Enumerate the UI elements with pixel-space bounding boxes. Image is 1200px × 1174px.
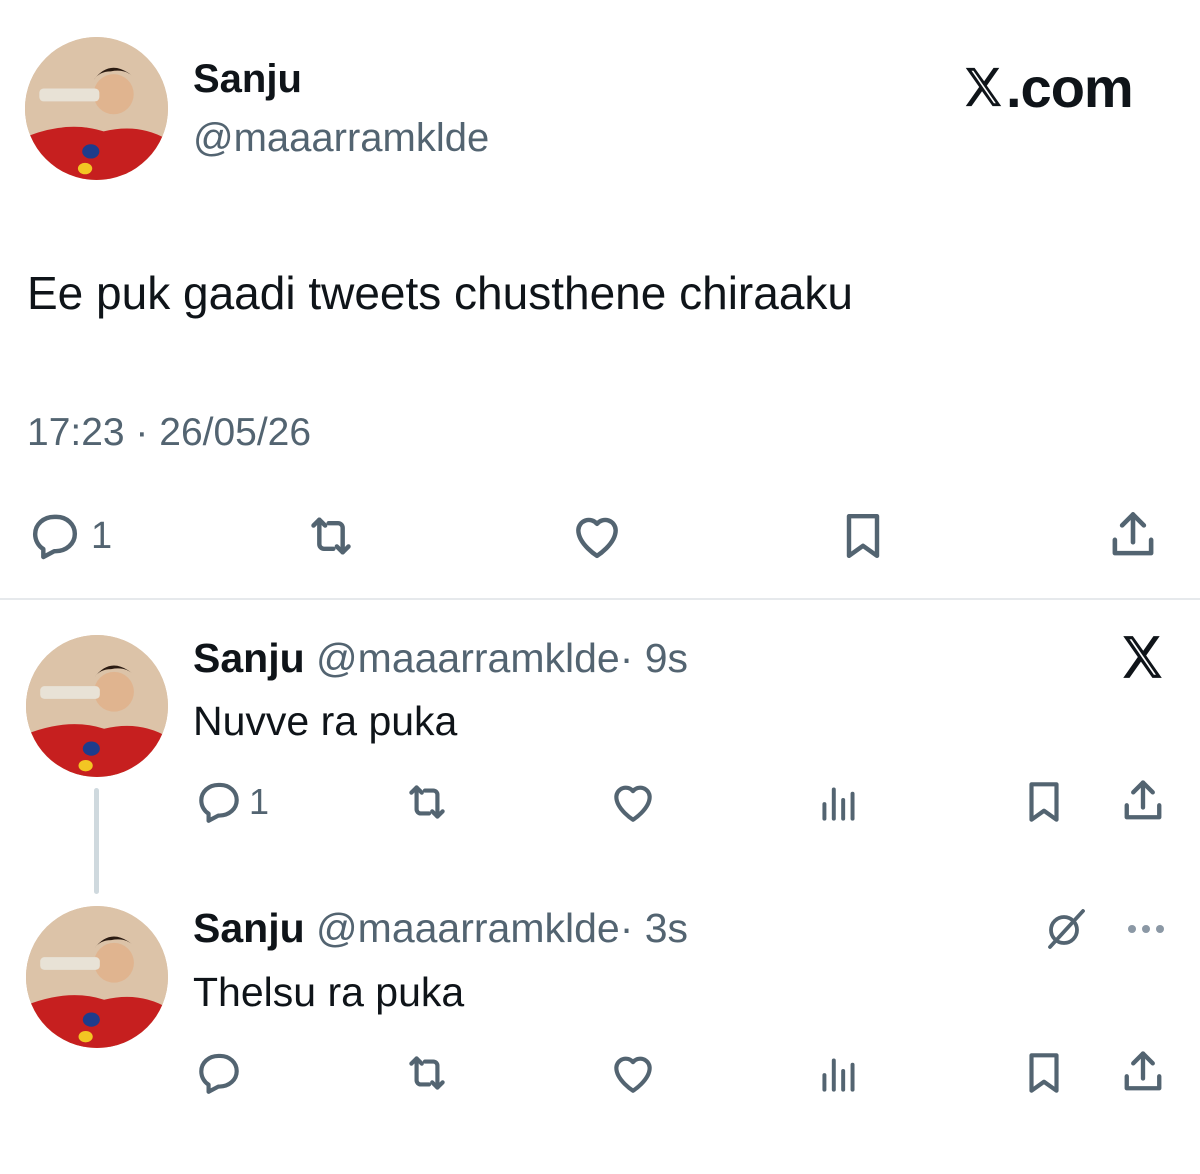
views-icon [814,1048,864,1098]
retweet-icon [298,508,364,564]
retweet-button[interactable] [398,1048,456,1098]
reply-button[interactable]: 1 [193,777,269,827]
x-logo-icon [960,62,1006,122]
share-icon [1116,1046,1170,1098]
author-name[interactable]: Sanju [193,56,302,102]
author-handle[interactable]: @maaarramklde [193,115,489,161]
reply-icon [26,508,84,564]
share-icon [1102,506,1164,564]
bookmark-icon [832,508,894,564]
views-button[interactable] [814,1048,864,1098]
bookmark-icon [1018,1048,1070,1098]
bookmark-button[interactable] [832,508,894,564]
retweet-icon [398,777,456,827]
share-button[interactable] [1116,775,1170,827]
reply-time[interactable]: · 3s [620,905,688,951]
reply-text: Nuvve ra puka [193,698,458,744]
bookmark-icon [1018,777,1070,827]
bookmark-button[interactable] [1018,1048,1070,1098]
reply-time[interactable]: · 9s [620,635,688,681]
views-button[interactable] [814,777,864,827]
like-icon [606,777,660,827]
thread-line [94,788,99,894]
more-icon[interactable] [1122,915,1170,948]
reply-header: Sanju @maaarramklde· 9s [193,634,688,682]
grok-icon[interactable] [1038,905,1094,958]
x-logo-icon [1116,632,1168,687]
retweet-button[interactable] [298,508,364,564]
retweet-icon [398,1048,456,1098]
bookmark-button[interactable] [1018,777,1070,827]
author-name[interactable]: Sanju [193,635,305,681]
like-icon [566,508,628,564]
like-button[interactable] [606,1048,660,1098]
reply-icon [193,777,245,827]
divider [0,598,1200,600]
reply-button[interactable] [193,1048,245,1098]
reply-count: 1 [91,514,113,557]
tweet-text: Ee puk gaadi tweets chusthene chiraaku [27,267,853,319]
like-icon [606,1048,660,1098]
avatar[interactable] [26,635,168,777]
tweet-timestamp[interactable]: 17:23 · 26/05/26 [27,410,311,456]
author-handle[interactable]: @maaarramklde [316,635,620,681]
author-name[interactable]: Sanju [193,905,305,951]
reply-icon [193,1048,245,1098]
avatar[interactable] [26,906,168,1048]
like-button[interactable] [566,508,628,564]
reply-text: Thelsu ra puka [193,969,465,1015]
reply-count: 1 [249,781,270,822]
author-handle[interactable]: @maaarramklde [316,905,620,951]
share-icon [1116,775,1170,827]
share-button[interactable] [1116,1046,1170,1098]
reply-button[interactable]: 1 [26,508,112,564]
brand-watermark: .com [960,58,1134,122]
reply-header: Sanju @maaarramklde· 3s [193,904,688,952]
retweet-button[interactable] [398,777,456,827]
like-button[interactable] [606,777,660,827]
views-icon [814,777,864,827]
avatar[interactable] [25,37,168,180]
share-button[interactable] [1102,506,1164,564]
